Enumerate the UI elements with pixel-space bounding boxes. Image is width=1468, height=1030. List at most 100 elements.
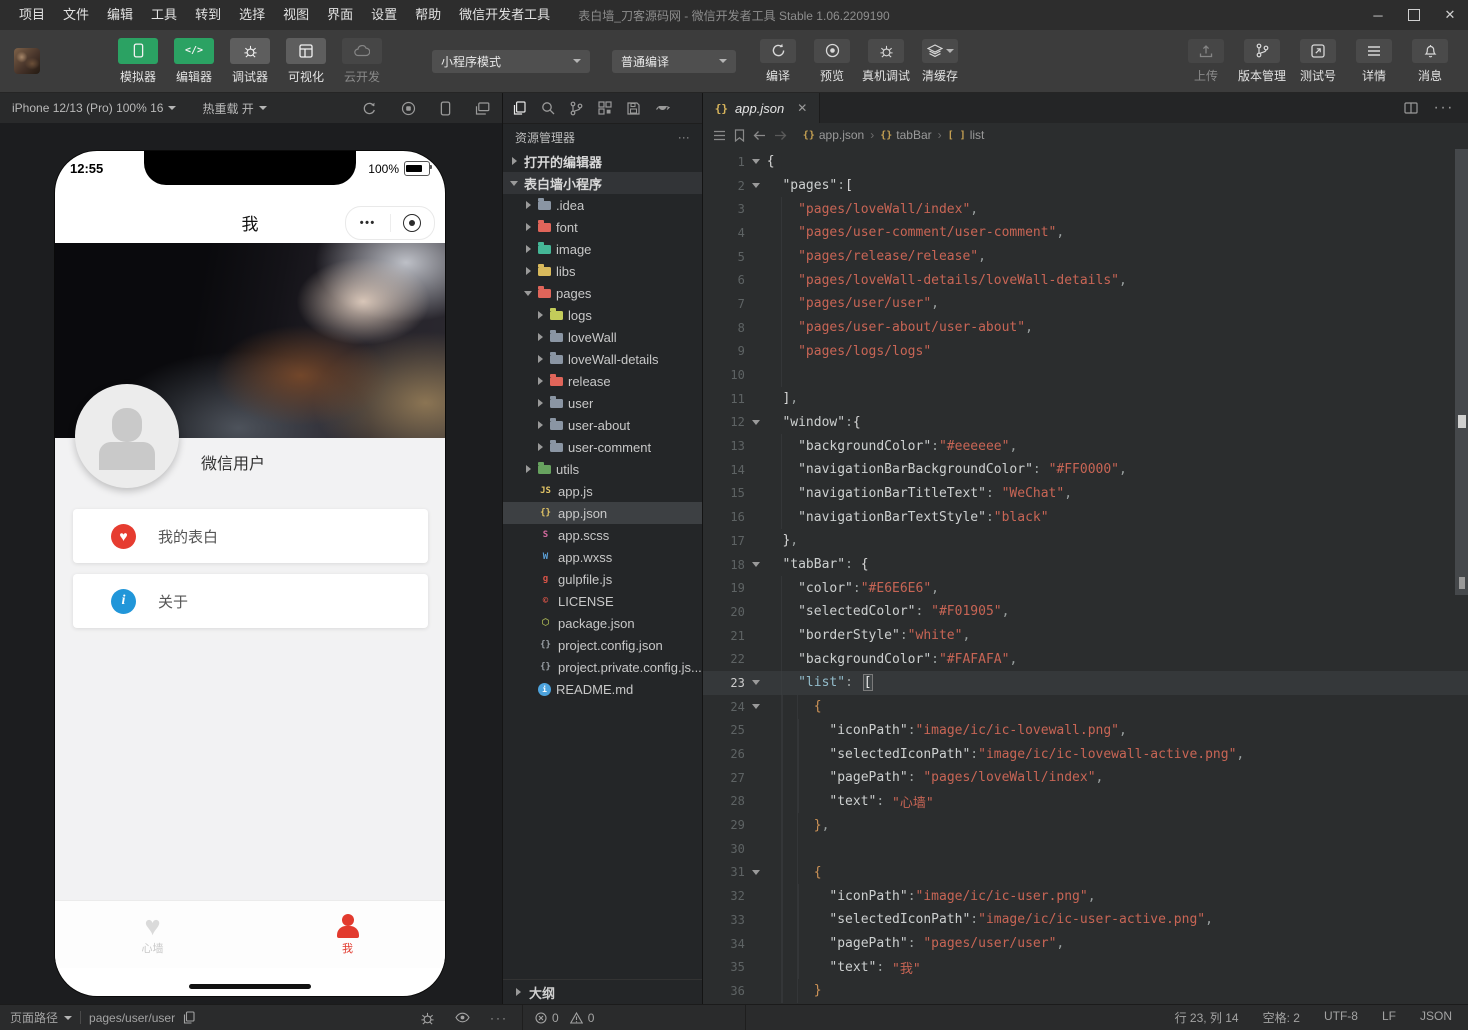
- code-line-22[interactable]: 22"backgroundColor":"#FAFAFA",: [703, 647, 1468, 671]
- tree-item-font[interactable]: font: [503, 216, 702, 238]
- multiwin-icon[interactable]: [475, 102, 490, 115]
- files-icon[interactable]: [513, 101, 526, 115]
- action-details-button[interactable]: 详情: [1350, 39, 1398, 84]
- tree-item-README.md[interactable]: iREADME.md: [503, 678, 702, 700]
- code-line-4[interactable]: 4"pages/user-comment/user-comment",: [703, 221, 1468, 245]
- tree-item-libs[interactable]: libs: [503, 260, 702, 282]
- code-line-27[interactable]: 27"pagePath": "pages/loveWall/index",: [703, 766, 1468, 790]
- toolbar-phone-button[interactable]: 模拟器: [114, 38, 162, 85]
- close-button[interactable]: ✕: [1432, 0, 1468, 30]
- menu-item-项目[interactable]: 项目: [10, 0, 54, 30]
- phone-icon[interactable]: [440, 101, 451, 116]
- code-line-18[interactable]: 18"tabBar": {: [703, 553, 1468, 577]
- code-line-34[interactable]: 34"pagePath": "pages/user/user",: [703, 932, 1468, 956]
- tree-item-app.json[interactable]: {}app.json: [503, 502, 702, 524]
- chevron-right-icon[interactable]: [509, 157, 519, 165]
- tree-item-user-about[interactable]: user-about: [503, 414, 702, 436]
- code-line-14[interactable]: 14"navigationBarBackgroundColor": "#FF00…: [703, 458, 1468, 482]
- status-item[interactable]: 空格: 2: [1263, 1009, 1300, 1026]
- outline-section[interactable]: 大纲: [503, 979, 702, 1004]
- toolbar-code-button[interactable]: </>编辑器: [170, 38, 218, 85]
- code-line-20[interactable]: 20"selectedColor": "#F01905",: [703, 600, 1468, 624]
- breadcrumb-item-list[interactable]: [ ]list: [948, 128, 985, 142]
- breadcrumb-item-tabBar[interactable]: {}tabBar: [880, 128, 931, 142]
- fold-chevron-icon[interactable]: [745, 680, 767, 685]
- phone-tab-heart[interactable]: ♥心墙: [55, 901, 250, 968]
- blocks-icon[interactable]: [598, 101, 612, 115]
- code-line-9[interactable]: 9"pages/logs/logs": [703, 340, 1468, 364]
- navigate-back-icon[interactable]: [753, 130, 766, 141]
- chevron-right-icon[interactable]: [523, 223, 533, 231]
- exit-button[interactable]: [391, 207, 435, 239]
- tree-item-app.js[interactable]: JSapp.js: [503, 480, 702, 502]
- tree-item-.idea[interactable]: .idea: [503, 194, 702, 216]
- chevron-down-icon[interactable]: [509, 181, 519, 186]
- chevron-right-icon[interactable]: [523, 201, 533, 209]
- code-line-1[interactable]: 1{: [703, 150, 1468, 174]
- toolbar-debug-button[interactable]: 调试器: [226, 38, 274, 85]
- menu-item-界面[interactable]: 界面: [318, 0, 362, 30]
- tree-item-app.scss[interactable]: Sapp.scss: [503, 524, 702, 546]
- code-line-21[interactable]: 21"borderStyle":"white",: [703, 624, 1468, 648]
- menu-item-工具[interactable]: 工具: [142, 0, 186, 30]
- tree-item-package.json[interactable]: ⬡package.json: [503, 612, 702, 634]
- code-line-7[interactable]: 7"pages/user/user",: [703, 292, 1468, 316]
- tree-item-user[interactable]: user: [503, 392, 702, 414]
- rotate-icon[interactable]: [362, 101, 377, 116]
- code-line-33[interactable]: 33"selectedIconPath":"image/ic/ic-user-a…: [703, 908, 1468, 932]
- code-line-24[interactable]: 24{: [703, 695, 1468, 719]
- toolbar-cloud-button[interactable]: 云开发: [338, 38, 386, 85]
- debug-icon[interactable]: [420, 1011, 435, 1025]
- tree-item-LICENSE[interactable]: ©LICENSE: [503, 590, 702, 612]
- code-line-31[interactable]: 31{: [703, 861, 1468, 885]
- teapot-icon[interactable]: [655, 102, 670, 114]
- code-line-23[interactable]: 23"list": [: [703, 671, 1468, 695]
- tree-item-project.config.json[interactable]: {}project.config.json: [503, 634, 702, 656]
- menu-item-文件[interactable]: 文件: [54, 0, 98, 30]
- tree-item-loveWall[interactable]: loveWall: [503, 326, 702, 348]
- fold-chevron-icon[interactable]: [745, 420, 767, 425]
- minimize-button[interactable]: ─: [1360, 0, 1396, 30]
- action-bell-button[interactable]: 消息: [1406, 39, 1454, 84]
- code-line-6[interactable]: 6"pages/loveWall-details/loveWall-detail…: [703, 268, 1468, 292]
- tree-item--[interactable]: 打开的编辑器: [503, 150, 702, 172]
- chevron-down-icon[interactable]: [523, 291, 533, 296]
- menu-card-info[interactable]: i关于: [73, 574, 428, 628]
- status-item[interactable]: UTF-8: [1324, 1009, 1358, 1026]
- device-select[interactable]: iPhone 12/13 (Pro) 100% 16: [12, 101, 176, 115]
- action-preview-button[interactable]: 预览: [808, 39, 856, 84]
- chevron-right-icon[interactable]: [535, 311, 545, 319]
- code-line-25[interactable]: 25"iconPath":"image/ic/ic-lovewall.png",: [703, 719, 1468, 743]
- code-line-29[interactable]: 29},: [703, 813, 1468, 837]
- menu-item-编辑[interactable]: 编辑: [98, 0, 142, 30]
- bookmark-icon[interactable]: [734, 129, 745, 142]
- tree-item-gulpfile.js[interactable]: ggulpfile.js: [503, 568, 702, 590]
- menu-item-微信开发者工具[interactable]: 微信开发者工具: [450, 0, 559, 30]
- chevron-right-icon[interactable]: [535, 399, 545, 407]
- user-avatar[interactable]: [14, 48, 40, 74]
- more-button[interactable]: •••: [346, 207, 390, 239]
- code-line-3[interactable]: 3"pages/loveWall/index",: [703, 197, 1468, 221]
- menu-item-选择[interactable]: 选择: [230, 0, 274, 30]
- fold-chevron-icon[interactable]: [745, 704, 767, 709]
- status-item[interactable]: LF: [1382, 1009, 1396, 1026]
- code-line-8[interactable]: 8"pages/user-about/user-about",: [703, 316, 1468, 340]
- tree-item-loveWall-details[interactable]: loveWall-details: [503, 348, 702, 370]
- status-item[interactable]: 行 23, 列 14: [1175, 1009, 1239, 1026]
- code-line-13[interactable]: 13"backgroundColor":"#eeeeee",: [703, 434, 1468, 458]
- toolbar-viz-button[interactable]: 可视化: [282, 38, 330, 85]
- action-refresh-button[interactable]: 编译: [754, 39, 802, 84]
- code-line-36[interactable]: 36}: [703, 979, 1468, 1003]
- menu-item-转到[interactable]: 转到: [186, 0, 230, 30]
- chevron-right-icon[interactable]: [523, 267, 533, 275]
- menu-item-视图[interactable]: 视图: [274, 0, 318, 30]
- code-editor[interactable]: 1{2"pages":[3"pages/loveWall/index",4"pa…: [703, 147, 1468, 1004]
- chevron-right-icon[interactable]: [535, 377, 545, 385]
- fold-chevron-icon[interactable]: [745, 183, 767, 188]
- code-line-17[interactable]: 17},: [703, 529, 1468, 553]
- tree-item-logs[interactable]: logs: [503, 304, 702, 326]
- maximize-button[interactable]: [1396, 0, 1432, 30]
- close-tab-icon[interactable]: ✕: [797, 101, 807, 115]
- code-line-19[interactable]: 19"color":"#E6E6E6",: [703, 576, 1468, 600]
- code-line-28[interactable]: 28"text": "心墙": [703, 790, 1468, 814]
